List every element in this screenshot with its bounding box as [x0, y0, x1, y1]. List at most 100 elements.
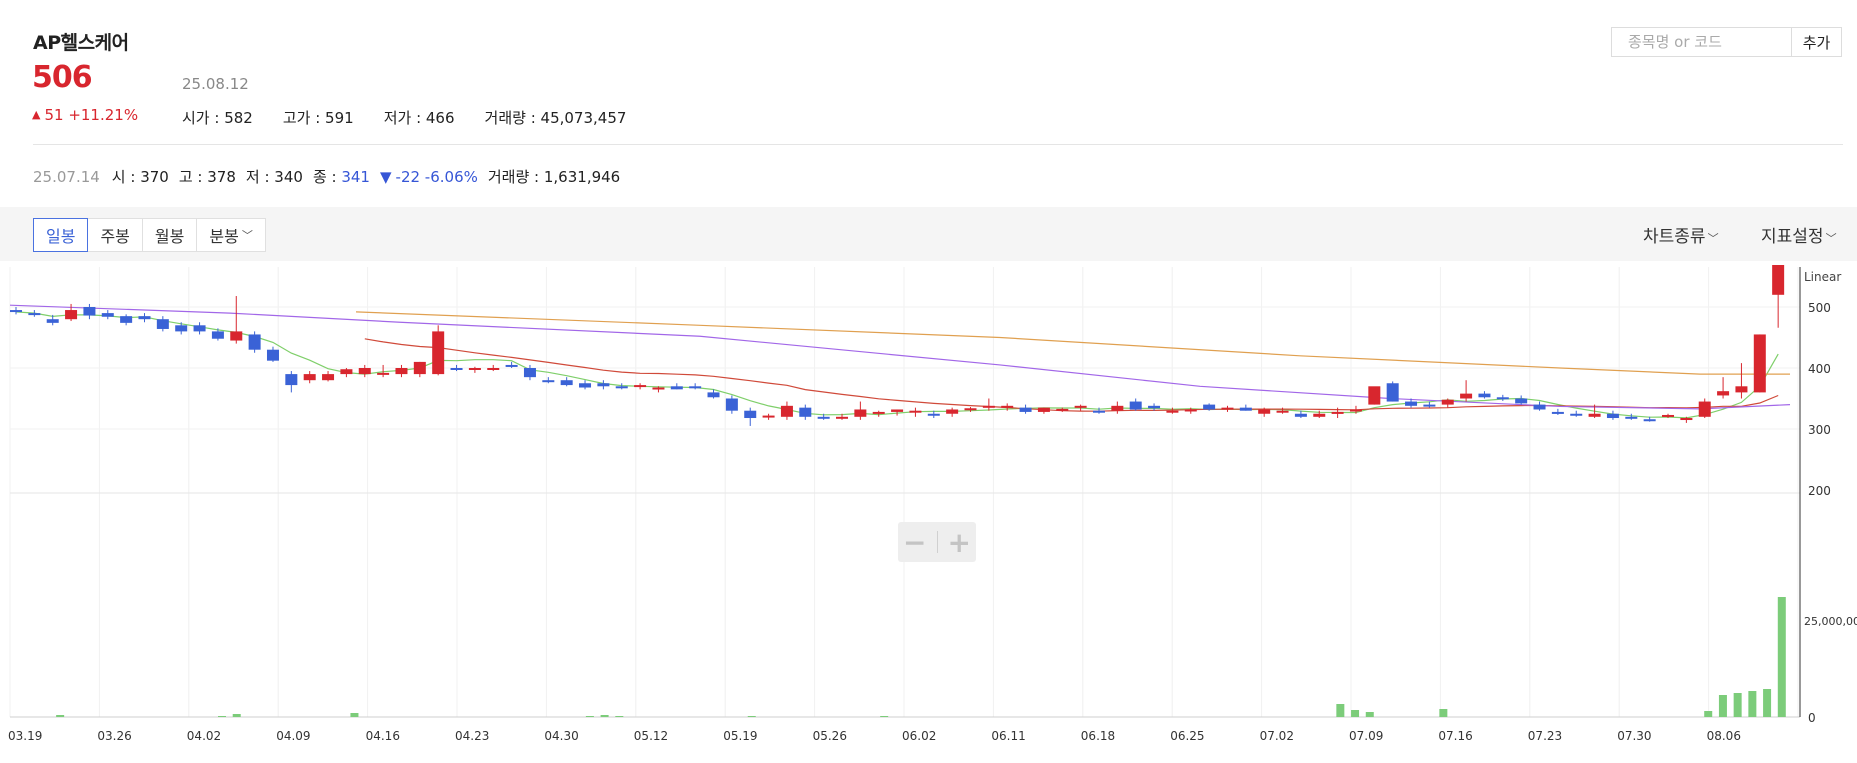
candle-body — [579, 383, 592, 388]
candle-body — [836, 416, 849, 419]
candle-body — [10, 310, 22, 313]
candle-body — [1551, 411, 1564, 414]
candle-body — [175, 325, 188, 332]
tab-minute[interactable]: 분봉 ﹀ — [196, 218, 266, 252]
candle-body — [1533, 404, 1546, 410]
tab-monthly[interactable]: 월봉 — [141, 218, 198, 252]
candle-body — [487, 368, 500, 370]
candle-body — [505, 364, 518, 367]
down-arrow-icon: ▼ — [379, 167, 392, 186]
hover-high: 고 : 378 — [178, 168, 236, 186]
hover-close: 종 : 341 — [312, 168, 370, 186]
candle-body — [1496, 397, 1509, 400]
candle-body — [1037, 407, 1050, 412]
hover-change: -22 -6.06% — [395, 167, 478, 186]
quote-date: 25.08.12 — [182, 75, 249, 93]
candle-body — [689, 386, 702, 389]
candle-body — [322, 374, 335, 381]
x-tick-label: 03.26 — [97, 729, 131, 743]
stock-search-input[interactable] — [1612, 28, 1791, 56]
candle-body — [1772, 265, 1785, 295]
volume-series — [56, 597, 1786, 717]
candle-body — [799, 407, 812, 417]
x-tick-label: 05.26 — [813, 729, 847, 743]
volume-bar — [747, 716, 756, 717]
candle-body — [982, 405, 995, 408]
candle-body — [1221, 407, 1234, 410]
zoom-out-button[interactable]: − — [903, 526, 926, 559]
x-tick-label: 04.16 — [366, 729, 400, 743]
volume-bar — [350, 713, 359, 717]
candle-body — [1184, 409, 1197, 412]
stat-volume: 거래량 : 45,073,457 — [484, 109, 627, 127]
hover-low: 저 : 340 — [245, 168, 303, 186]
candle-body — [1588, 413, 1601, 417]
candle-body — [891, 409, 904, 412]
candle-body — [468, 368, 481, 370]
candle-body — [138, 316, 151, 320]
candle-body — [1570, 413, 1583, 416]
candle-body — [1368, 386, 1381, 405]
chart-grid — [9, 267, 1800, 718]
chevron-down-icon: ﹀ — [1825, 232, 1837, 245]
x-tick-label: 03.19 — [8, 729, 42, 743]
chart-axes: 600500400300200Linear25,000,00003.1903.2… — [8, 267, 1857, 743]
candle-body — [395, 368, 408, 375]
candlestick-series — [10, 265, 1785, 426]
candle-body — [762, 415, 775, 418]
candle-body — [1203, 404, 1216, 410]
candle-body — [432, 331, 445, 375]
chart-type-dropdown[interactable]: 차트종류 ﹀ — [1643, 222, 1719, 247]
chevron-down-icon: ﹀ — [241, 229, 253, 242]
candle-body — [854, 409, 867, 417]
candle-body — [946, 409, 959, 414]
candle-body — [634, 385, 647, 388]
candle-body — [909, 410, 922, 413]
volume-bar — [1777, 597, 1786, 717]
candle-body — [1441, 399, 1454, 405]
x-tick-label: 04.02 — [187, 729, 221, 743]
stat-open: 시가 : 582 — [182, 109, 253, 127]
volume-tick-label: 25,000,00 — [1804, 615, 1857, 628]
candle-body — [211, 331, 224, 339]
candle-body — [872, 411, 885, 414]
candle-body — [248, 334, 261, 350]
volume-bar — [1439, 709, 1448, 717]
indicator-settings-dropdown[interactable]: 지표설정 ﹀ — [1761, 222, 1837, 247]
candle-body — [1294, 413, 1307, 417]
candle-body — [560, 380, 573, 386]
ma5-line — [15, 311, 1779, 419]
candle-body — [1643, 419, 1656, 422]
chart-toolbar — [0, 207, 1857, 261]
candle-body — [450, 368, 463, 370]
volume-bar — [1748, 691, 1757, 717]
zoom-in-button[interactable]: + — [948, 526, 971, 559]
volume-bar — [1733, 693, 1742, 717]
tab-weekly[interactable]: 주봉 — [87, 218, 143, 252]
candle-body — [413, 361, 426, 375]
hover-volume: 거래량 : 1,631,946 — [487, 168, 621, 186]
candle-body — [1349, 409, 1362, 412]
candle-body — [1515, 398, 1528, 404]
candle-body — [1680, 418, 1693, 421]
volume-bar — [880, 716, 889, 717]
candle-body — [1698, 401, 1711, 417]
x-tick-label: 07.30 — [1617, 729, 1651, 743]
volume-bar — [1718, 695, 1727, 717]
stat-low: 저가 : 466 — [383, 109, 455, 127]
tab-daily[interactable]: 일봉 — [33, 218, 89, 252]
price-tick-label: 500 — [1808, 301, 1831, 315]
chevron-down-icon: ﹀ — [1707, 232, 1719, 245]
stock-search — [1611, 27, 1792, 57]
candle-body — [1276, 410, 1289, 413]
candle-body — [230, 331, 243, 341]
candle-body — [1423, 404, 1436, 407]
candle-body — [1606, 413, 1619, 419]
candle-body — [266, 349, 279, 361]
add-button[interactable]: 추가 — [1791, 27, 1842, 57]
candle-body — [1129, 401, 1142, 410]
stock-chart[interactable]: 600500400300200Linear25,000,00003.1903.2… — [0, 265, 1857, 763]
candle-body — [1092, 410, 1105, 413]
candle-body — [1148, 405, 1161, 409]
up-arrow-icon: ▲ — [32, 108, 41, 121]
